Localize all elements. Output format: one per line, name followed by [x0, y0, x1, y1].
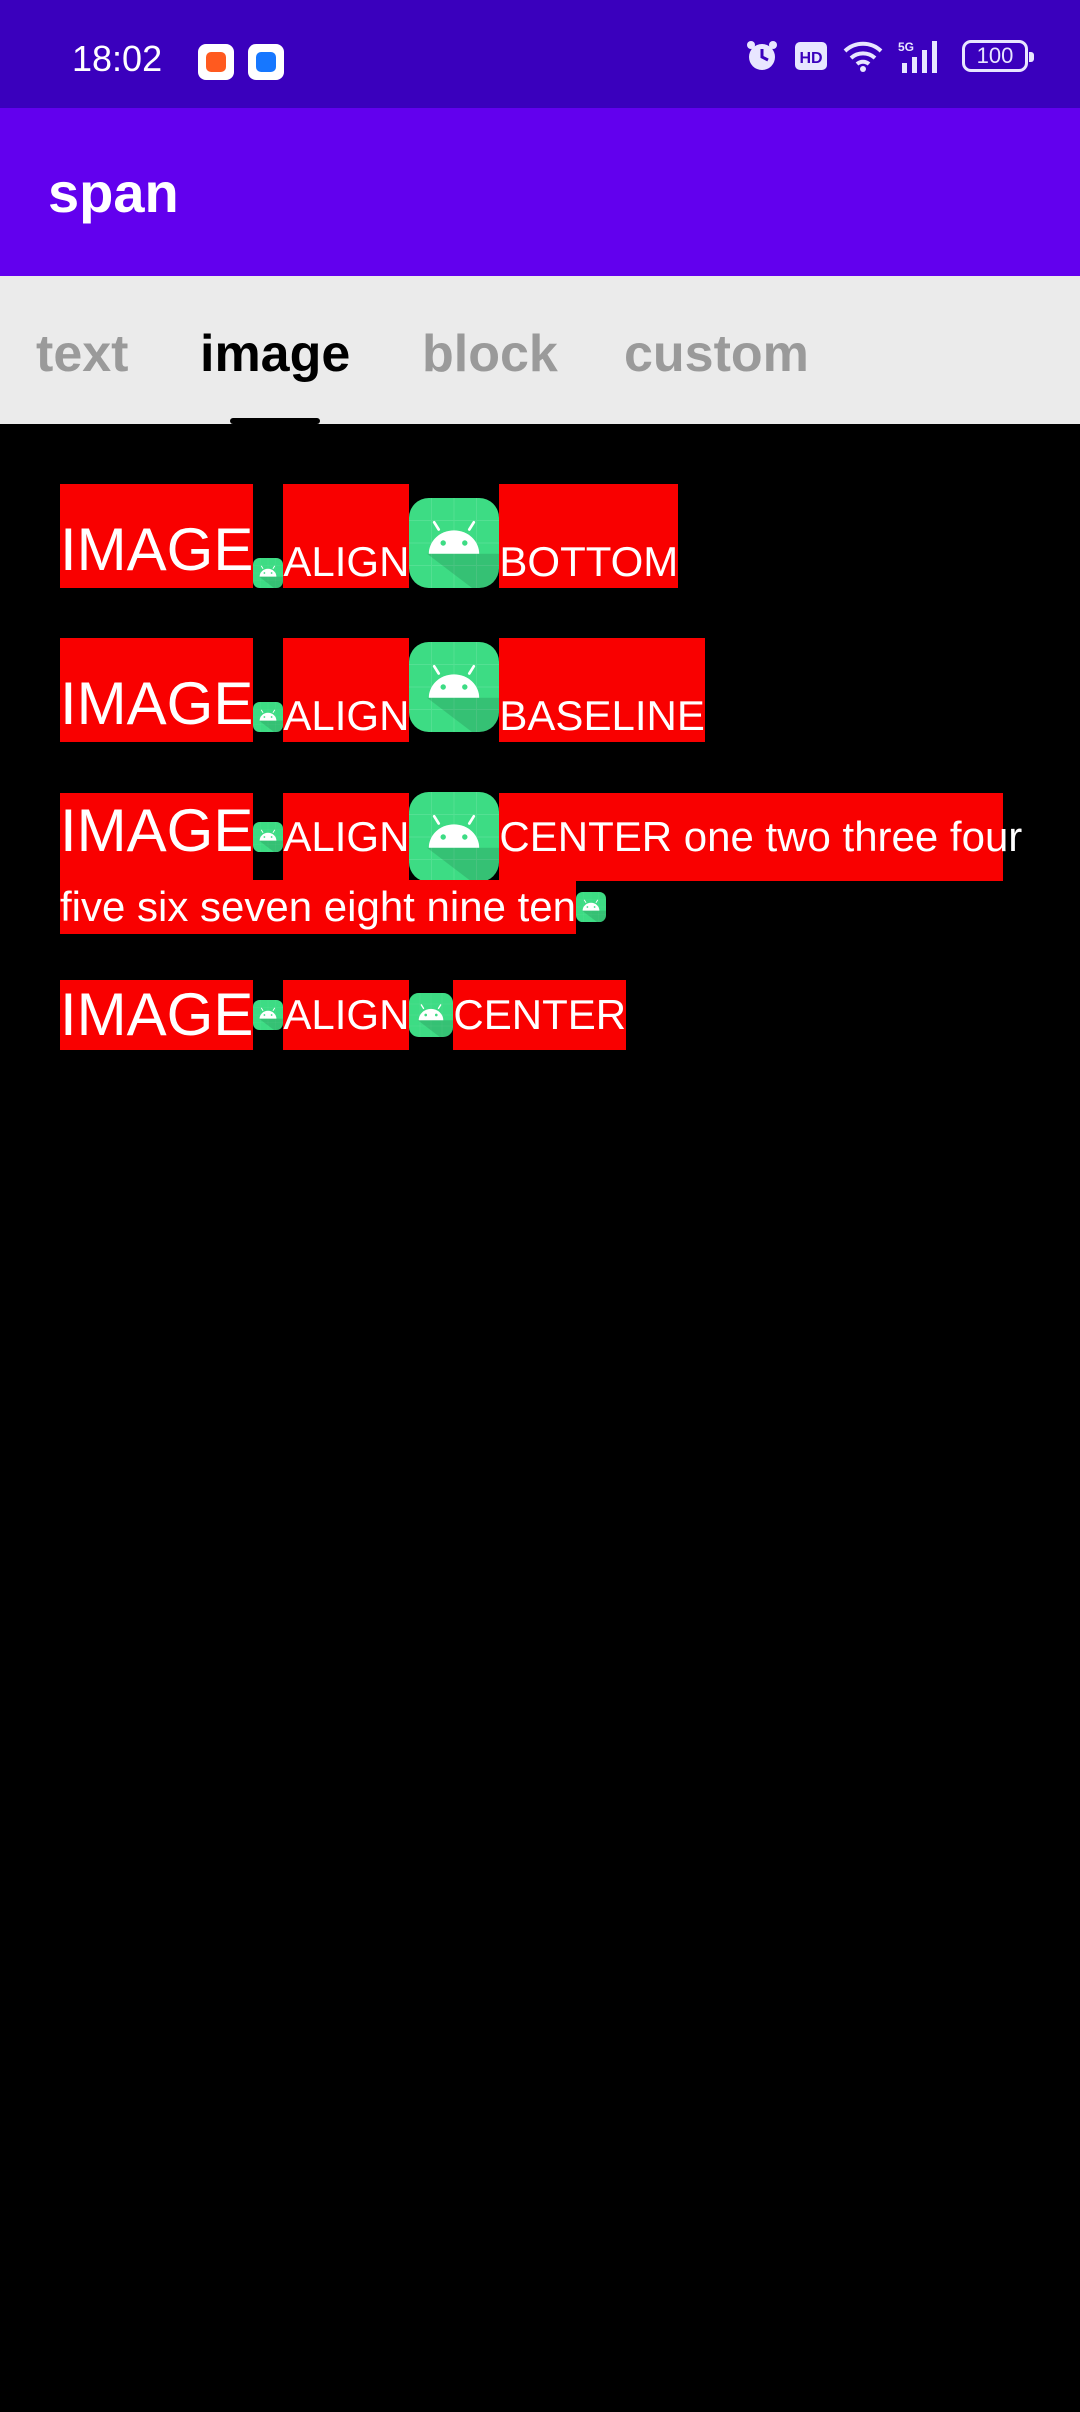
notification-app-icon [198, 44, 234, 80]
status-bar: 18:02 HD 5G 100 [0, 0, 1080, 108]
app-title: span [48, 161, 179, 224]
android-icon [409, 498, 499, 588]
image-label: IMAGE [60, 484, 254, 588]
image-label: IMAGE [60, 980, 254, 1050]
android-icon [253, 1000, 283, 1030]
align-label: ALIGN [283, 484, 410, 588]
align-mode-continuation: five six seven eight nine ten [60, 880, 576, 934]
align-label: ALIGN [283, 638, 410, 742]
align-label: ALIGN [283, 980, 410, 1050]
cellular-signal-icon: 5G [898, 40, 937, 73]
android-icon [409, 792, 499, 882]
screen: { "status_bar": { "time": "18:02", "batt… [0, 0, 1080, 2412]
android-icon [253, 558, 283, 588]
span-line-bottom: IMAGE ALIGN BOTTOM [60, 484, 679, 588]
span-line-center: IMAGE ALIGN CENTER [60, 980, 627, 1050]
app-bar: span [0, 108, 1080, 276]
android-icon [409, 642, 499, 732]
image-label: IMAGE [60, 638, 254, 742]
battery-icon: 100 [962, 40, 1034, 72]
tab-image[interactable]: image [200, 324, 350, 384]
align-mode-label: BASELINE [499, 638, 705, 742]
battery-level: 100 [976, 43, 1014, 68]
notification-app-icon [248, 44, 284, 80]
tab-block[interactable]: block [422, 324, 558, 384]
android-icon [409, 993, 453, 1037]
span-line-baseline: IMAGE ALIGN BASELINE [60, 638, 705, 742]
image-label: IMAGE [60, 793, 254, 881]
span-demo-content: IMAGE ALIGN BOTTOM IMAGE ALIGN BASELINE … [0, 424, 1080, 2412]
hd-icon: HD [795, 42, 827, 70]
svg-text:HD: HD [799, 50, 822, 67]
svg-text:5G: 5G [898, 40, 914, 54]
android-icon [253, 822, 283, 852]
align-label: ALIGN [283, 793, 410, 881]
align-mode-label: CENTER one two three four [499, 793, 1022, 881]
align-mode-label: BOTTOM [499, 484, 679, 588]
android-icon [576, 892, 606, 922]
alarm-icon [747, 41, 777, 70]
android-icon [253, 702, 283, 732]
align-mode-label: CENTER [453, 980, 627, 1050]
tab-custom[interactable]: custom [624, 324, 809, 384]
status-time: 18:02 [72, 38, 163, 79]
tab-text[interactable]: text [36, 324, 128, 384]
status-icons: HD 5G 100 [744, 38, 1034, 74]
wifi-icon [843, 41, 883, 72]
span-line-center-wrap-continued: five six seven eight nine ten [60, 880, 606, 934]
span-line-center-wrap: IMAGE ALIGN CENTER one two three four [60, 792, 1022, 882]
tab-bar: text image block custom [0, 276, 1080, 424]
